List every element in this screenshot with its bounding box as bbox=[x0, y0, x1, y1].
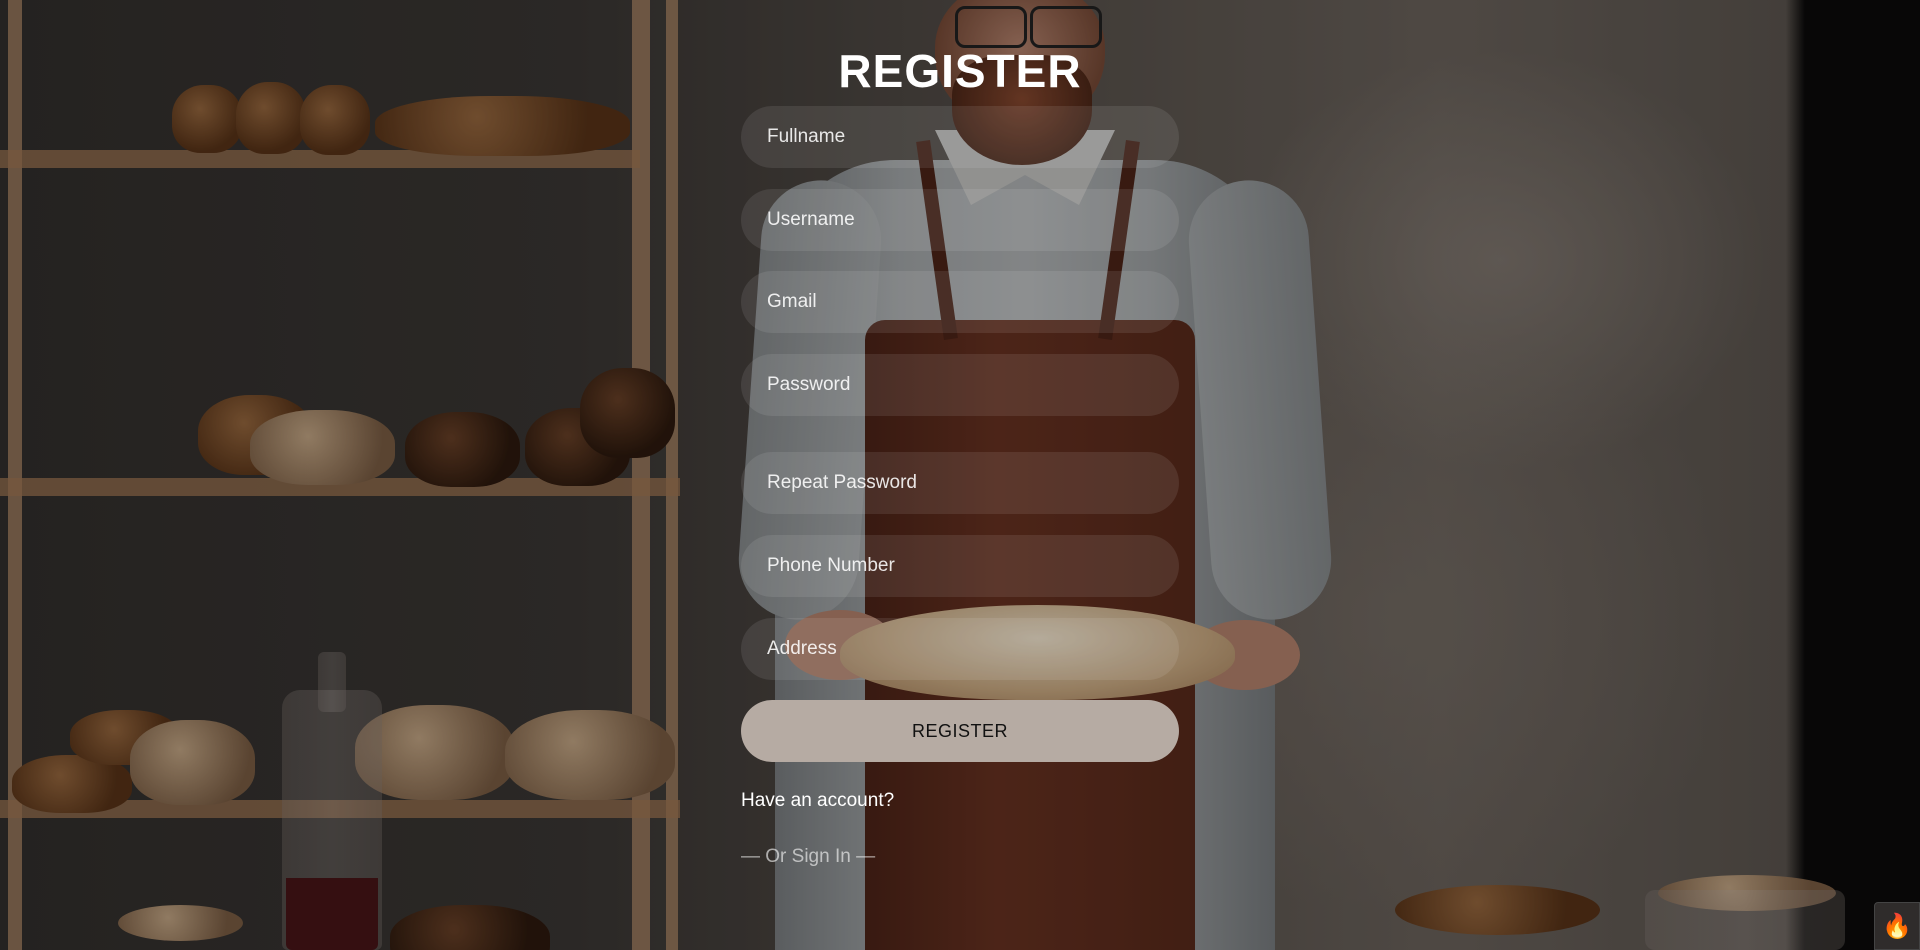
fire-glyph: 🔥 bbox=[1882, 912, 1912, 940]
phone-number-input[interactable] bbox=[741, 535, 1179, 597]
fullname-input[interactable] bbox=[741, 106, 1179, 168]
fire-icon[interactable]: 🔥 bbox=[1874, 902, 1920, 950]
page-title: REGISTER bbox=[838, 45, 1082, 97]
repeat-password-input[interactable] bbox=[741, 452, 1179, 514]
address-input[interactable] bbox=[741, 618, 1179, 680]
have-account-link[interactable]: Have an account? bbox=[741, 790, 894, 812]
or-sign-in-text: — Or Sign In — bbox=[741, 846, 876, 867]
register-button[interactable]: REGISTER bbox=[741, 700, 1179, 762]
password-input[interactable] bbox=[741, 354, 1179, 416]
gmail-input[interactable] bbox=[741, 271, 1179, 333]
username-input[interactable] bbox=[741, 189, 1179, 251]
